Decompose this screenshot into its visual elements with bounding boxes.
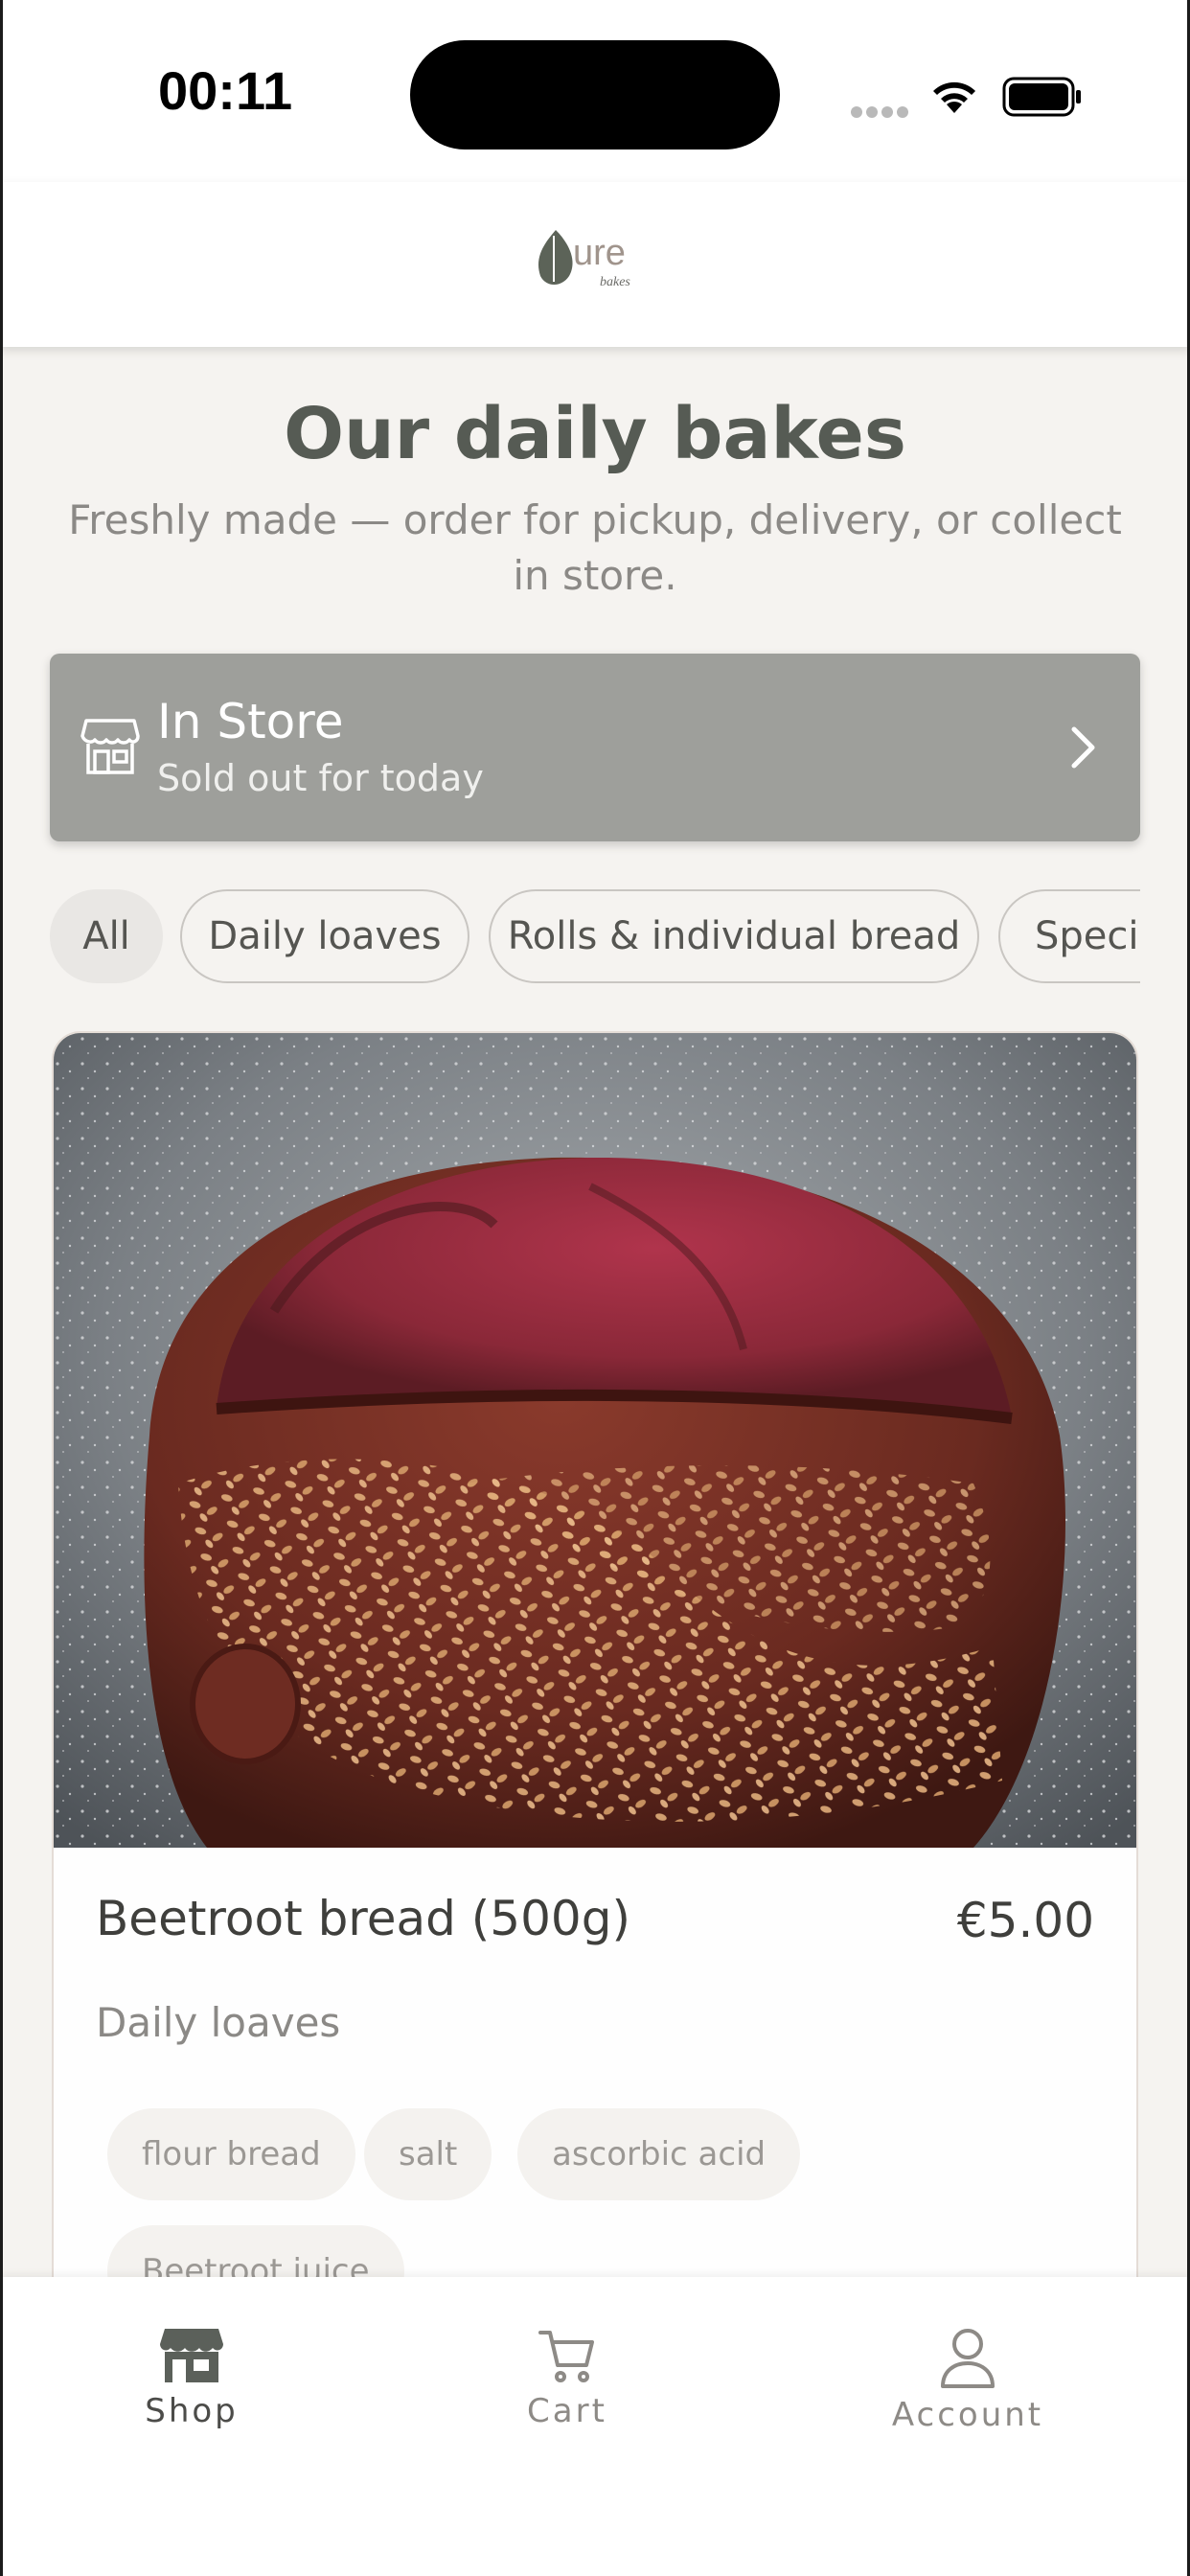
- category-filter-bar: All Daily loaves Rolls & individual brea…: [50, 889, 1140, 985]
- dynamic-island: [410, 40, 780, 150]
- category-chip-all[interactable]: All: [50, 889, 163, 983]
- page-subtitle: Freshly made — order for pickup, deliver…: [68, 496, 1122, 599]
- page-title: Our daily bakes: [284, 393, 906, 475]
- cart-icon: [538, 2331, 594, 2382]
- store-banner-status: Sold out for today: [157, 757, 484, 799]
- cellular-signal-icon: [851, 104, 912, 122]
- product-price: €5.00: [956, 1893, 1094, 1948]
- tab-label: Shop: [145, 2392, 239, 2430]
- tab-account[interactable]: Account: [843, 2327, 1092, 2434]
- ingredient-tag: salt: [364, 2108, 492, 2200]
- tab-label: Cart: [527, 2392, 607, 2430]
- tab-label: Account: [891, 2396, 1044, 2434]
- shop-icon: [160, 2329, 223, 2382]
- wifi-icon: [933, 81, 975, 113]
- category-chip-rolls[interactable]: Rolls & individual bread: [489, 889, 979, 983]
- product-name: Beetroot bread (500g): [96, 1891, 630, 1946]
- ingredient-tag: ascorbic acid: [517, 2108, 801, 2200]
- store-icon: [80, 719, 140, 774]
- account-icon: [941, 2329, 995, 2388]
- status-time: 00:11: [158, 60, 293, 121]
- battery-icon: [1002, 77, 1081, 117]
- category-chip-specialty[interactable]: Specia: [998, 889, 1140, 983]
- product-category: Daily loaves: [96, 1999, 341, 2046]
- chevron-right-icon: [1071, 726, 1095, 769]
- bottom-tab-bar: Shop Cart Account: [0, 2277, 1190, 2576]
- tab-shop[interactable]: Shop: [67, 2327, 316, 2430]
- status-bar: 00:11: [0, 0, 1190, 182]
- tab-cart[interactable]: Cart: [443, 2327, 692, 2430]
- product-card[interactable]: Beetroot bread (500g) €5.00 Daily loaves…: [52, 1031, 1138, 2354]
- in-store-banner[interactable]: In Store Sold out for today: [50, 654, 1140, 841]
- app-header: ure bakes: [0, 182, 1190, 347]
- product-image: [54, 1033, 1136, 1848]
- logo-text: ure: [573, 233, 626, 273]
- category-chip-daily-loaves[interactable]: Daily loaves: [180, 889, 469, 983]
- store-banner-title: In Store: [157, 694, 344, 749]
- logo-subtext: bakes: [600, 275, 630, 289]
- pure-bakes-logo[interactable]: ure bakes: [533, 220, 657, 297]
- ingredient-tag: flour bread: [107, 2108, 355, 2200]
